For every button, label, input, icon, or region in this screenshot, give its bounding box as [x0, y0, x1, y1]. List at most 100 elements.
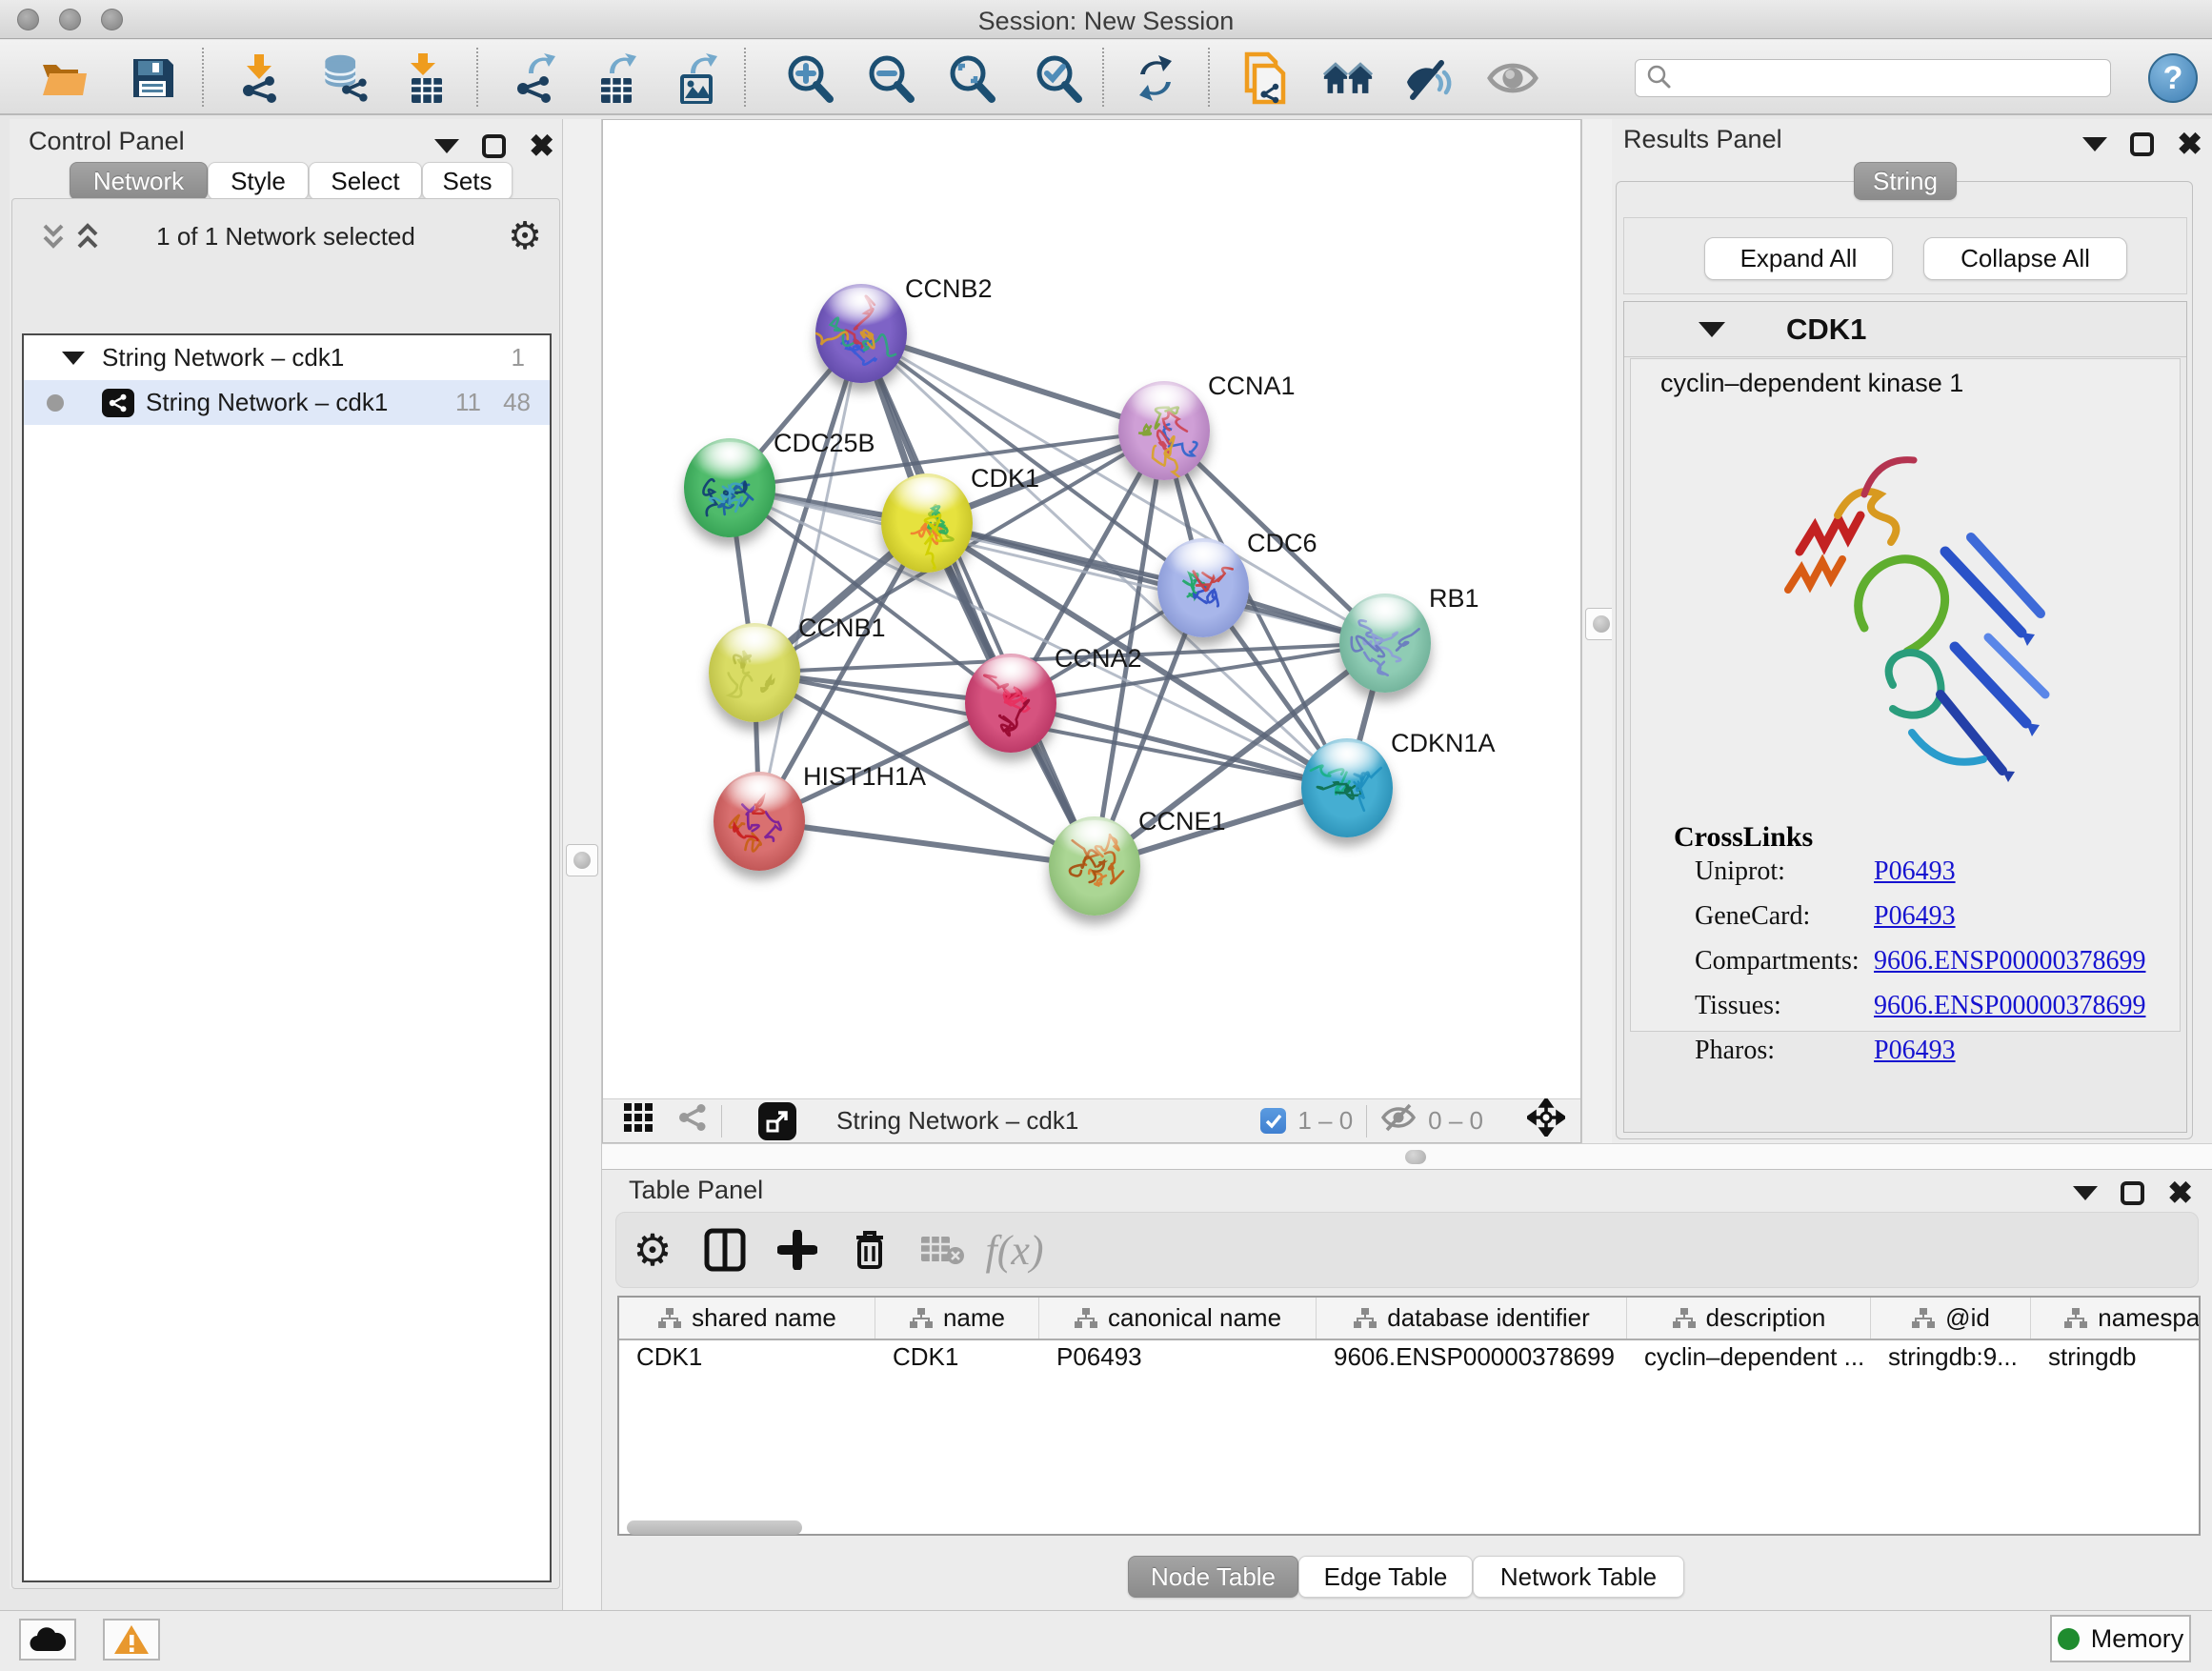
column-header-name[interactable]: name	[875, 1298, 1039, 1339]
crosslink-label: Tissues:	[1695, 991, 1781, 1020]
table-settings-gear-icon[interactable]: ⚙	[616, 1224, 689, 1276]
search-input[interactable]	[1672, 65, 2110, 91]
cdk1-section-content: cyclin–dependent kinase 1	[1630, 358, 2181, 1032]
first-neighbors-icon[interactable]	[1322, 52, 1374, 104]
cdk1-section-header[interactable]: CDK1	[1624, 302, 2186, 357]
network-options-gear-icon[interactable]: ⚙	[508, 214, 542, 258]
zoom-in-icon[interactable]	[785, 52, 836, 104]
refresh-icon[interactable]	[1130, 52, 1181, 104]
collapse-all-button[interactable]: Collapse All	[1923, 237, 2127, 280]
table-cell[interactable]: cyclin–dependent ...	[1627, 1340, 1871, 1373]
crosslink-link[interactable]: 9606.ENSP00000378699	[1874, 946, 2145, 976]
tab-edge-table[interactable]: Edge Table	[1298, 1556, 1473, 1598]
table-cell[interactable]: P06493	[1039, 1340, 1317, 1373]
crosslink-link[interactable]: P06493	[1874, 856, 1956, 887]
network-row[interactable]: String Network – cdk1 11 48	[24, 380, 550, 425]
column-header-database-identifier[interactable]: database identifier	[1317, 1298, 1627, 1339]
delete-table-icon[interactable]	[906, 1233, 978, 1267]
splitter-handle[interactable]	[566, 844, 598, 876]
crosslink-link[interactable]: P06493	[1874, 901, 1956, 932]
panel-menu-icon[interactable]	[2082, 137, 2107, 151]
table-horizontal-scrollbar[interactable]	[627, 1520, 802, 1535]
panel-menu-icon[interactable]	[434, 139, 459, 153]
tab-network[interactable]: Network	[70, 162, 208, 200]
column-header--id[interactable]: @id	[1871, 1298, 2031, 1339]
hide-selected-icon[interactable]	[1403, 52, 1455, 104]
zoom-out-icon[interactable]	[866, 52, 917, 104]
node-ccna1[interactable]	[1118, 381, 1210, 480]
warnings-button[interactable]	[103, 1619, 160, 1661]
node-ccnb1[interactable]	[709, 623, 800, 722]
node-cdkn1a[interactable]	[1301, 738, 1393, 837]
import-table-icon[interactable]	[400, 52, 452, 104]
tab-network-table[interactable]: Network Table	[1473, 1556, 1684, 1598]
show-columns-icon[interactable]	[689, 1228, 761, 1272]
export-table-icon[interactable]	[592, 52, 643, 104]
clone-network-icon[interactable]	[1239, 52, 1291, 104]
vertical-splitter-left[interactable]	[562, 119, 602, 1610]
tree-expander-icon[interactable]	[62, 352, 85, 365]
network-share-icon[interactable]	[677, 1103, 708, 1138]
export-network-icon[interactable]	[510, 52, 561, 104]
table-row[interactable]: CDK1CDK1P064939606.ENSP00000378699cyclin…	[619, 1340, 2199, 1373]
panel-close-icon[interactable]: ✖	[529, 131, 554, 161]
section-expander-icon[interactable]	[1699, 322, 1725, 337]
export-image-icon[interactable]	[673, 52, 724, 104]
horizontal-splitter[interactable]	[602, 1143, 2212, 1170]
crosslink-link[interactable]: 9606.ENSP00000378699	[1874, 991, 2145, 1021]
tab-node-table[interactable]: Node Table	[1128, 1556, 1298, 1598]
help-icon[interactable]: ?	[2148, 53, 2198, 103]
import-network-icon[interactable]	[233, 52, 285, 104]
panel-close-icon[interactable]: ✖	[2167, 1178, 2193, 1208]
panel-menu-icon[interactable]	[2073, 1186, 2098, 1200]
birdseye-view-icon[interactable]	[758, 1102, 796, 1140]
node-ccna2[interactable]	[965, 654, 1056, 753]
tab-sets[interactable]: Sets	[422, 162, 513, 200]
network-collection-row[interactable]: String Network – cdk1 1	[24, 335, 550, 380]
selected-checkbox-icon[interactable]	[1260, 1108, 1286, 1134]
column-header-canonical-name[interactable]: canonical name	[1039, 1298, 1317, 1339]
table-cell[interactable]: 9606.ENSP00000378699	[1317, 1340, 1627, 1373]
table-cell[interactable]: CDK1	[875, 1340, 1039, 1373]
import-database-icon[interactable]	[317, 52, 369, 104]
splitter-handle[interactable]	[1405, 1150, 1426, 1164]
panel-float-icon[interactable]	[2121, 1181, 2144, 1205]
node-hist1h1a[interactable]	[714, 772, 805, 871]
network-tree: String Network – cdk1 1 String Network –…	[22, 333, 552, 1582]
tab-string[interactable]: String	[1854, 162, 1957, 200]
search-field[interactable]	[1635, 59, 2111, 97]
cloud-button[interactable]	[19, 1619, 76, 1661]
table-cell[interactable]: stringdb	[2031, 1340, 2201, 1373]
panel-float-icon[interactable]	[482, 134, 506, 158]
grid-view-icon[interactable]	[622, 1101, 654, 1140]
table-cell[interactable]: CDK1	[619, 1340, 875, 1373]
memory-button[interactable]: Memory	[2050, 1615, 2191, 1662]
node-cdc6[interactable]	[1157, 538, 1249, 637]
tab-style[interactable]: Style	[208, 162, 309, 200]
column-header-shared-name[interactable]: shared name	[619, 1298, 875, 1339]
crosslink-link[interactable]: P06493	[1874, 1036, 1956, 1066]
panel-float-icon[interactable]	[2130, 132, 2154, 156]
column-header-description[interactable]: description	[1627, 1298, 1871, 1339]
node-table[interactable]: shared namenamecanonical namedatabase id…	[617, 1296, 2201, 1536]
function-builder-icon[interactable]: f(x)	[978, 1226, 1051, 1275]
node-ccne1[interactable]	[1049, 816, 1140, 916]
node-cdc25b[interactable]	[684, 438, 775, 537]
open-session-icon[interactable]	[39, 52, 90, 104]
node-rb1[interactable]	[1339, 594, 1431, 693]
network-view[interactable]: CCNB2CCNA1CDC25BCDK1CDC6RB1CCNB1CCNA2CDK…	[602, 119, 1581, 1143]
node-cdk1[interactable]	[881, 473, 973, 573]
tab-select[interactable]: Select	[309, 162, 422, 200]
zoom-selected-icon[interactable]	[1034, 52, 1085, 104]
expand-all-button[interactable]: Expand All	[1704, 237, 1893, 280]
zoom-fit-icon[interactable]	[947, 52, 998, 104]
show-all-icon[interactable]	[1487, 52, 1538, 104]
column-header-namespace[interactable]: namespace	[2031, 1298, 2201, 1339]
delete-column-icon[interactable]	[834, 1228, 906, 1272]
node-ccnb2[interactable]	[815, 284, 907, 383]
add-column-icon[interactable]	[761, 1230, 834, 1270]
save-session-icon[interactable]	[127, 52, 178, 104]
panel-close-icon[interactable]: ✖	[2177, 129, 2202, 159]
table-cell[interactable]: stringdb:9...	[1871, 1340, 2031, 1373]
pan-mode-icon[interactable]	[1527, 1098, 1565, 1143]
